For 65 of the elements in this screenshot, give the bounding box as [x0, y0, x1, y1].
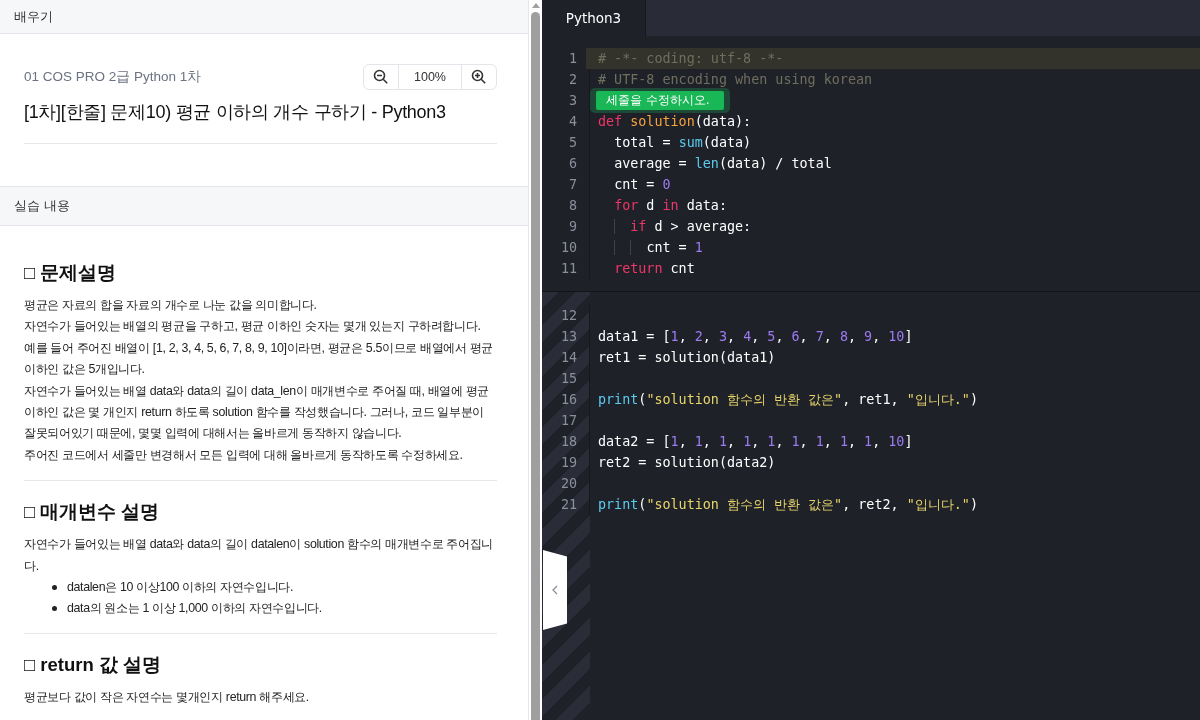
line-number: 19: [560, 455, 577, 470]
code-line: for d in data:: [613, 198, 727, 213]
collapse-handle[interactable]: [543, 550, 567, 630]
line-number: 14: [560, 350, 577, 365]
list-item: data의 원소는 1 이상 1,000 이하의 자연수입니다.: [67, 600, 322, 618]
paragraph: 자연수가 들어있는 배열 data와 data의 길이 datalen이 solution 함수의 매개변수로 주어집니다.: [24, 536, 495, 575]
line-number: 8: [568, 198, 577, 213]
line-number: 15: [560, 371, 577, 386]
code-line: print("solution 함수의 반환 값은", ret2, "입니다."): [598, 495, 978, 514]
breadcrumb: 01 COS PRO 2급 Python 1차: [24, 68, 202, 86]
section-heading: □ 문제설명: [24, 261, 118, 285]
panel-title: 배우기: [14, 7, 53, 26]
zoom-level: 100%: [398, 65, 462, 89]
line-number: 6: [568, 156, 577, 171]
code-line: # -*- coding: utf-8 -*-: [598, 51, 784, 66]
line-number: 16: [560, 392, 577, 407]
hint-label: 세줄을 수정하시오.: [596, 91, 724, 110]
paragraph: 평균은 자료의 합을 자료의 개수로 나눈 값을 의미합니다.: [24, 297, 318, 314]
zoom-in-icon: [471, 69, 487, 85]
scrollbar[interactable]: [529, 0, 542, 720]
code-line: average = len(data) / total: [613, 156, 832, 171]
line-number: 9: [568, 219, 577, 234]
paragraph: 평균보다 값이 작은 자연수는 몇개인지 return 해주세요.: [24, 689, 310, 707]
line-number: 12: [560, 308, 577, 323]
editor-tab[interactable]: Python3: [542, 0, 646, 36]
section-heading: □ return 값 설명: [24, 653, 163, 678]
line-number: 7: [568, 177, 577, 192]
line-number: 1: [568, 51, 577, 66]
bullet-icon: [52, 606, 57, 612]
line-number: 20: [560, 476, 577, 491]
line-number: 21: [560, 497, 577, 512]
paragraph: 자연수가 들어있는 배열의 평균을 구하고, 평균 이하인 숫자는 몇개 있는지 구하려합니다.: [24, 318, 482, 336]
line-number: 17: [560, 413, 577, 428]
code-line: # UTF-8 encoding when using korean: [598, 72, 873, 87]
code-line: data2 = [1, 1, 1, 1, 1, 1, 1, 1, 1, 10]: [598, 434, 913, 449]
line-number: 4: [568, 114, 577, 129]
code-line: data1 = [1, 2, 3, 4, 5, 6, 7, 8, 9, 10]: [598, 329, 913, 344]
scrollbar-thumb[interactable]: [531, 12, 540, 720]
code-line: cnt = 0: [613, 177, 671, 192]
paragraph: 예를 들어 주어진 배열이 [1, 2, 3, 4, 5, 6, 7, 8, 9, 10]이라면, 평균은 5.5이므로 배열에서 평균 이하인 값은 5개입니다.: [24, 339, 495, 379]
chevron-left-icon: [552, 585, 558, 595]
paragraph: 주어진 코드에서 세줄만 변경해서 모든 입력에 대해 올바르게 동작하도록 수정하세요.: [24, 446, 464, 464]
code-line: if d > average:: [598, 219, 752, 234]
line-number: 3: [568, 93, 577, 108]
code-line: cnt = 1: [598, 240, 703, 255]
line-number: 10: [560, 240, 577, 255]
section-title: 실습 내용: [14, 197, 70, 215]
code-line: return cnt: [613, 261, 695, 276]
code-line: total = sum(data): [613, 135, 752, 150]
section-heading: □ 매개변수 설명: [24, 500, 161, 525]
line-number: 13: [560, 329, 577, 344]
zoom-out-icon: [373, 69, 389, 85]
code-line: print("solution 함수의 반환 값은", ret1, "입니다."): [598, 390, 978, 409]
line-number: 11: [560, 261, 577, 276]
line-number: 2: [568, 72, 577, 87]
scroll-up-icon[interactable]: [531, 3, 540, 8]
line-number: 18: [560, 434, 577, 449]
paragraph: 자연수가 들어있는 배열 data와 data의 길이 data_len이 매개변수로 주어질 때, 배열에 평균 이하인 값은 몇 개인지 return 하도록 solution 함수를 작성했습니다. 그러나, 코드 일부분이 잘못되어있기 때문에, 몇몇 입력에 대해서는 올바르게 동작하지 않습니다.: [24, 382, 491, 443]
code-line: def solution(data):: [598, 114, 752, 129]
line-number: 5: [568, 135, 577, 150]
bullet-icon: [52, 585, 57, 591]
problem-title: [1차][한줄] 문제10) 평균 이하의 개수 구하기 - Python3: [24, 101, 447, 124]
code-line: ret2 = solution(data2): [598, 455, 776, 470]
code-line: ret1 = solution(data1): [598, 350, 776, 365]
list-item: datalen은 10 이상100 이하의 자연수입니다.: [67, 579, 294, 597]
